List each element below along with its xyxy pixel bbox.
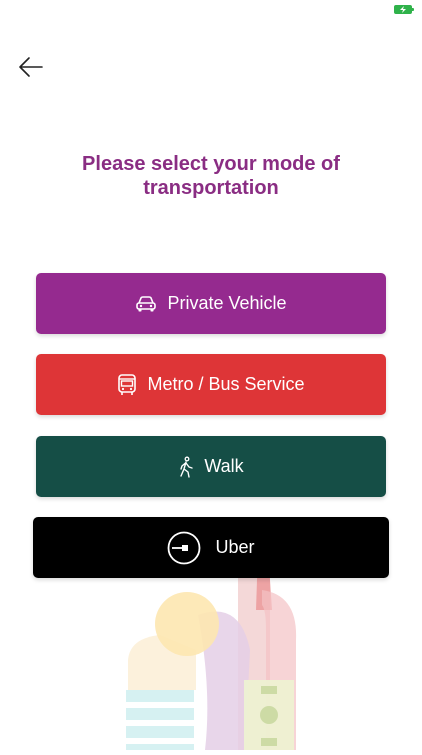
status-bar [0, 0, 422, 22]
page-title-line-1: Please select your mode of [82, 153, 340, 175]
walk-label: Walk [204, 456, 244, 476]
page-title-line-2: transportation [143, 177, 279, 199]
car-icon [135, 295, 157, 313]
page-title: Please select your mode of transportatio… [0, 152, 422, 200]
metro-bus-service-label: Metro / Bus Service [147, 374, 305, 394]
arrow-left-icon [19, 57, 43, 77]
back-button[interactable] [18, 55, 44, 79]
bus-icon [117, 373, 137, 396]
metro-bus-service-button[interactable]: Metro / Bus Service [36, 354, 386, 415]
walking-person-icon [178, 456, 194, 478]
walk-button[interactable]: Walk [36, 436, 386, 497]
battery-charging-icon [394, 5, 414, 14]
private-vehicle-button[interactable]: Private Vehicle [36, 273, 386, 334]
private-vehicle-label: Private Vehicle [167, 293, 287, 313]
uber-button[interactable]: Uber [33, 517, 389, 578]
uber-label: Uber [215, 537, 255, 557]
uber-logo-icon [167, 531, 201, 565]
